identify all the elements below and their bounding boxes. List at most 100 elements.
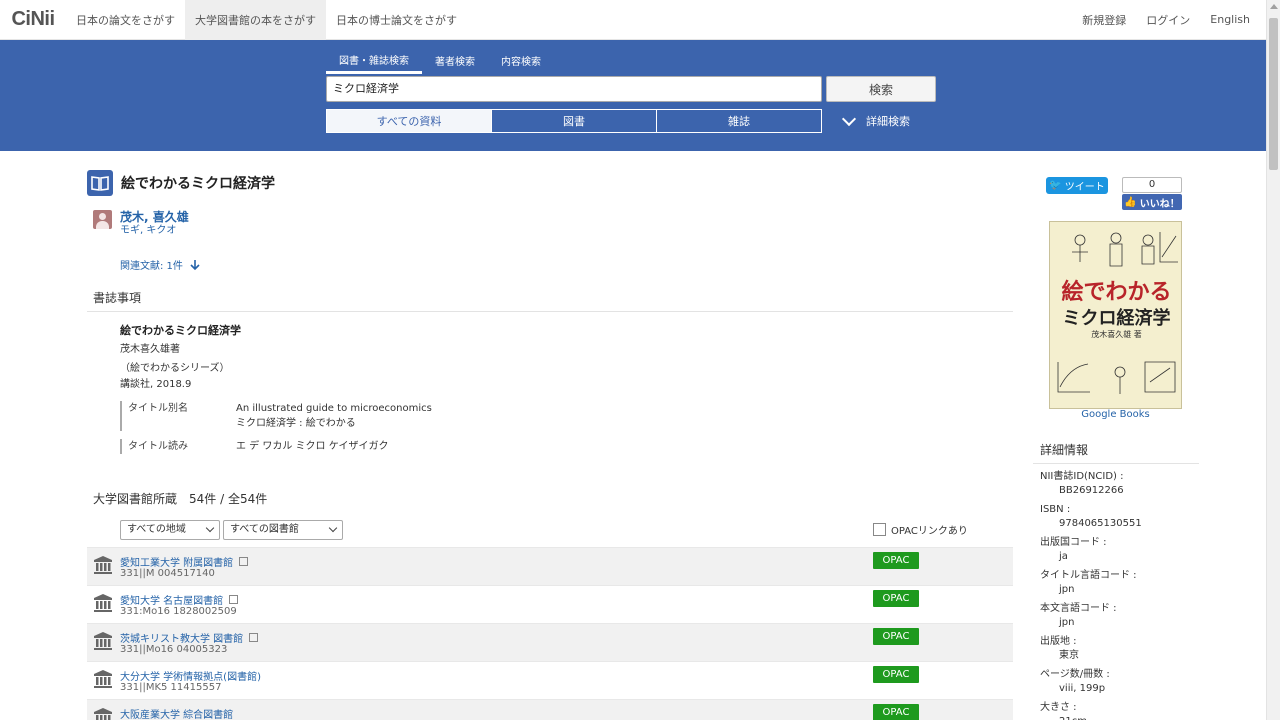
like-button[interactable]: 👍 いいね！: [1122, 194, 1182, 210]
divider: [87, 311, 1013, 312]
biblio-series: （絵でわかるシリーズ）: [120, 363, 230, 374]
related-works-link[interactable]: 関連文献: 1件: [120, 257, 201, 272]
library-name-link[interactable]: 大阪産業大学 綜合図書館: [120, 706, 233, 720]
call-number: 331:Mo16 1828002509: [120, 606, 237, 617]
cover-title-sub: ミクロ経済学: [1062, 308, 1171, 329]
library-name-link[interactable]: 愛知工業大学 附属図書館: [120, 554, 233, 569]
page-title: 絵でわかるミクロ経済学: [121, 176, 275, 192]
opac-checkbox[interactable]: [873, 523, 886, 536]
tweet-button[interactable]: 🐦 ツイート: [1046, 177, 1108, 194]
detail-value: ja: [1059, 551, 1068, 562]
tab-content-search[interactable]: 内容検索: [488, 52, 554, 74]
library-building-icon: [94, 594, 112, 612]
opac-button[interactable]: OPAC: [873, 704, 919, 720]
library-building-icon: [94, 708, 112, 720]
detail-value: jpn: [1059, 584, 1075, 595]
library-row: 愛知工業大学 附属図書館 331||M 004517140 OPAC: [87, 547, 1013, 585]
nav-tab-dissertations[interactable]: 日本の博士論文をさがす: [326, 0, 467, 40]
details-heading: 詳細情報: [1040, 443, 1089, 457]
english-link[interactable]: English: [1200, 13, 1266, 26]
google-books-link[interactable]: Google Books: [1049, 409, 1182, 420]
divider: [1033, 463, 1199, 464]
tweet-label: ツイート: [1064, 182, 1105, 193]
detail-label: タイトル言語コード :: [1040, 570, 1137, 581]
filter-books[interactable]: 図書: [491, 109, 657, 133]
biblio-responsibility: 茂木喜久雄著: [120, 344, 180, 355]
top-navigation: CiNii 日本の論文をさがす 大学図書館の本をさがす 日本の博士論文をさがす …: [0, 0, 1266, 40]
scrollbar-thumb[interactable]: [1269, 18, 1278, 170]
library-name-link[interactable]: 大分大学 学術情報拠点(図書館): [120, 668, 261, 683]
page-scrollbar[interactable]: [1266, 0, 1280, 720]
detail-value: 9784065130551: [1059, 518, 1142, 529]
search-input[interactable]: ミクロ経済学: [326, 76, 822, 102]
alt-title-value: An illustrated guide to microeconomics: [236, 403, 432, 414]
filter-all-materials[interactable]: すべての資料: [326, 109, 492, 133]
library-building-icon: [94, 556, 112, 574]
chevron-down-icon: [841, 111, 857, 127]
opac-button[interactable]: OPAC: [873, 590, 919, 607]
opac-button[interactable]: OPAC: [873, 666, 919, 683]
detail-value: 21cm: [1040, 715, 1200, 720]
library-name-link[interactable]: 愛知大学 名古屋図書館: [120, 592, 223, 607]
detail-value: 東京: [1059, 650, 1079, 661]
detail-value: BB26912266: [1059, 485, 1124, 496]
holdings-heading: 大学図書館所蔵 54件 / 全54件: [93, 492, 268, 506]
library-select-value: すべての図書館: [230, 524, 299, 535]
author-block: 茂木, 喜久雄 モギ, キクオ: [93, 210, 189, 238]
detail-label: ページ数/冊数 :: [1040, 669, 1110, 680]
like-count: 0: [1122, 177, 1182, 193]
author-kana-link[interactable]: モギ, キクオ: [120, 224, 189, 238]
book-icon: [87, 170, 113, 196]
tab-book-journal-search[interactable]: 図書・雑誌検索: [326, 52, 422, 74]
detail-label: 本文言語コード :: [1040, 603, 1117, 614]
library-list: 愛知工業大学 附属図書館 331||M 004517140 OPAC 愛知大学 …: [87, 547, 1013, 720]
region-select[interactable]: すべての地域: [120, 520, 220, 540]
advanced-search-label: 詳細検索: [866, 115, 910, 128]
library-building-icon: [94, 632, 112, 650]
opac-link-filter[interactable]: OPACリンクあり: [873, 522, 968, 537]
filter-journals[interactable]: 雑誌: [656, 109, 822, 133]
book-title-block: 絵でわかるミクロ経済学: [87, 170, 275, 196]
login-link[interactable]: ログイン: [1136, 12, 1200, 28]
tab-author-search[interactable]: 著者検索: [422, 52, 488, 74]
cinii-logo[interactable]: CiNii: [0, 0, 66, 40]
book-cover-image[interactable]: 絵でわかる ミクロ経済学 茂木喜久雄 著: [1049, 221, 1182, 409]
bibliographic-details: 絵でわかるミクロ経済学 茂木喜久雄著 （絵でわかるシリーズ） 講談社, 2018…: [120, 323, 920, 393]
register-link[interactable]: 新規登録: [1072, 12, 1136, 28]
detail-label: ISBN :: [1040, 504, 1071, 515]
opac-button[interactable]: OPAC: [873, 628, 919, 645]
call-number: 331||MK5 11415557: [120, 682, 222, 693]
image-icon[interactable]: [239, 557, 249, 566]
image-icon[interactable]: [249, 633, 259, 642]
library-row: 大分大学 学術情報拠点(図書館) 331||MK5 11415557 OPAC: [87, 661, 1013, 699]
alt-title-value: ミクロ経済学 : 絵でわかる: [236, 418, 356, 429]
library-name-link[interactable]: 茨城キリスト教大学 図書館: [120, 630, 243, 645]
person-icon: [93, 210, 112, 229]
arrow-down-icon: [190, 259, 200, 270]
material-filter-tabs: すべての資料 図書 雑誌: [326, 109, 822, 133]
advanced-search-toggle[interactable]: 詳細検索: [840, 111, 910, 130]
cover-title-main: 絵でわかる: [1061, 279, 1172, 305]
library-row: 茨城キリスト教大学 図書館 331||Mo16 04005323 OPAC: [87, 623, 1013, 661]
region-select-value: すべての地域: [127, 524, 186, 535]
nav-tab-books[interactable]: 大学図書館の本をさがす: [185, 0, 326, 40]
image-icon[interactable]: [229, 595, 239, 604]
biblio-title: 絵でわかるミクロ経済学: [120, 324, 241, 337]
scroll-up-icon[interactable]: [1270, 4, 1278, 9]
author-name-link[interactable]: 茂木, 喜久雄: [120, 210, 189, 224]
detail-label: 出版地 :: [1040, 636, 1077, 647]
call-number: 331||Mo16 04005323: [120, 644, 228, 655]
related-works-label: 関連文献: 1件: [120, 261, 183, 272]
alt-title-row: タイトル別名 An illustrated guide to microecon…: [120, 401, 720, 431]
call-number: 331||M 004517140: [120, 568, 215, 579]
nav-tab-articles[interactable]: 日本の論文をさがす: [66, 0, 185, 40]
like-label: いいね！: [1139, 198, 1180, 210]
opac-filter-label: OPACリンクあり: [891, 526, 968, 537]
opac-button[interactable]: OPAC: [873, 552, 919, 569]
title-reading-row: タイトル読み エ デ ワカル ミクロ ケイザイガク: [120, 439, 720, 454]
chevron-down-icon: [328, 523, 338, 533]
detail-value: jpn: [1059, 617, 1075, 628]
title-reading-label: タイトル読み: [120, 439, 236, 454]
search-button[interactable]: 検索: [826, 76, 936, 102]
library-select[interactable]: すべての図書館: [223, 520, 343, 540]
